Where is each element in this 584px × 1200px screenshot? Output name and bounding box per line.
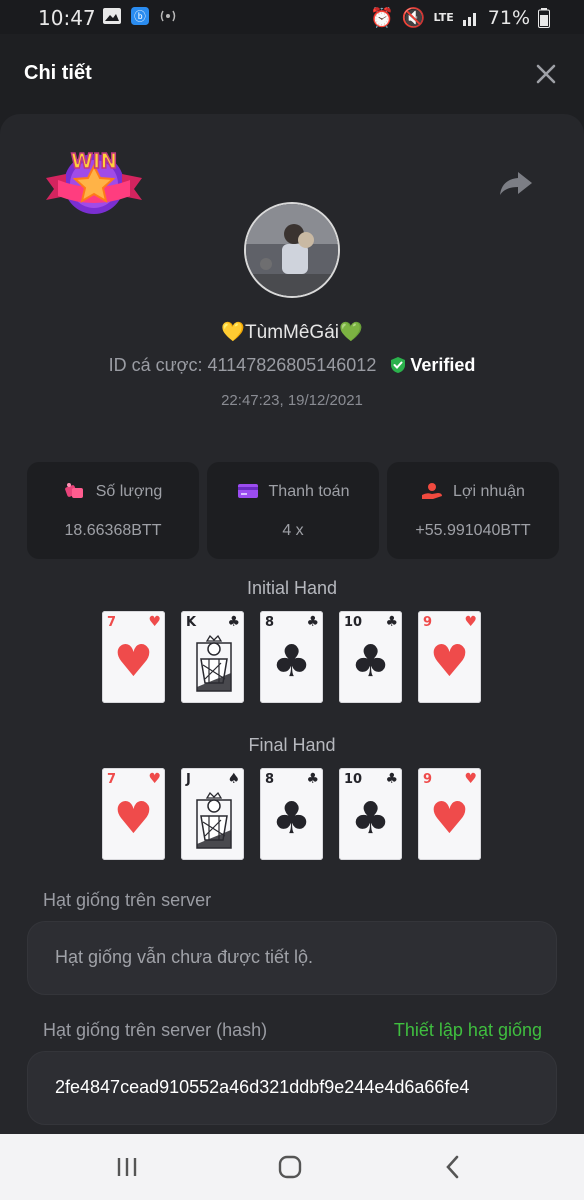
username: 💛TùmMêGái💚 (221, 322, 363, 343)
stat-profit-label: Lợi nhuận (453, 483, 525, 500)
card-suit-small: ♣ (385, 771, 398, 787)
badge-text: WIN (71, 149, 117, 173)
stat-amount: Số lượng 18.66368BTT (27, 462, 199, 559)
bet-id-value: 41147826805146012 (207, 355, 377, 375)
avatar-photo (246, 204, 338, 296)
bet-id-label: ID cá cược: (108, 355, 203, 375)
app-notification-icon: ⓑ (131, 7, 149, 25)
initial-hand-title: Initial Hand (246, 578, 338, 598)
card-suit-large: ♥ (429, 636, 470, 687)
mute-icon: 🔇 (401, 7, 426, 29)
card-suit-small: ♣ (385, 614, 398, 630)
avatar (244, 202, 340, 298)
status-bar: 10:47 ⓑ ⏰ 🔇 LTE 71% (0, 0, 584, 34)
recent-apps-icon[interactable] (112, 1152, 142, 1182)
page-title: Chi tiết (24, 62, 92, 84)
server-seed-hash-label: Hạt giống trên server (hash) (43, 1020, 268, 1040)
signal-icon (462, 12, 476, 26)
battery-icon (538, 7, 550, 28)
server-seed-box[interactable]: Hạt giống vẫn chưa được tiết lộ. (27, 921, 557, 995)
server-seed-hash-value: 2fe4847cead910552a46d321ddbf9e244e4d6a66… (55, 1077, 470, 1097)
coins-icon (64, 483, 83, 498)
card-rank: 8 (265, 772, 275, 787)
stat-payout: Thanh toán 4 x (207, 462, 379, 559)
card-rank: 9 (423, 615, 433, 630)
profit-hand-icon (422, 483, 443, 499)
stat-amount-label: Số lượng (95, 483, 163, 500)
initial-hand-cards: 7 ♥ ♥ K ♣ 8 ♣ ♣ 10 ♣ ♣ 9 ♥ ♥ (0, 611, 584, 705)
playing-card: 8 ♣ ♣ (260, 768, 323, 860)
card-rank: 9 (423, 772, 433, 787)
hotspot-icon (160, 10, 176, 22)
final-hand-cards: 7 ♥ ♥ J ♠ 8 ♣ ♣ 10 ♣ ♣ 9 ♥ ♥ (0, 768, 584, 862)
svg-text:ⓑ: ⓑ (134, 10, 146, 24)
card-suit-large: ♣ (271, 793, 312, 844)
card-payment-icon (237, 484, 258, 498)
final-hand-title: Final Hand (248, 735, 336, 755)
playing-card: J ♠ (181, 768, 244, 860)
card-suit-large: ♣ (271, 636, 312, 687)
header: Chi tiết (0, 34, 584, 114)
playing-card: 10 ♣ ♣ (339, 611, 402, 703)
card-rank: K (186, 615, 197, 630)
card-suit-large: ♥ (429, 793, 470, 844)
card-suit-small: ♣ (306, 771, 319, 787)
bet-id-row: ID cá cược: 41147826805146012 Verified (0, 355, 584, 376)
home-icon[interactable] (275, 1152, 305, 1182)
card-rank: 7 (107, 615, 117, 630)
server-seed-hash-box[interactable]: 2fe4847cead910552a46d321ddbf9e244e4d6a66… (27, 1051, 557, 1125)
verified-label: Verified (410, 355, 476, 375)
card-suit-large: ♥ (113, 636, 154, 687)
card-rank: 10 (344, 615, 363, 630)
face-card-art (196, 634, 232, 692)
card-suit-small: ♣ (227, 614, 240, 630)
face-card-art (196, 791, 232, 849)
playing-card: 8 ♣ ♣ (260, 611, 323, 703)
card-rank: 8 (265, 615, 275, 630)
system-indicators: ⏰ 🔇 LTE 71% (370, 6, 550, 29)
card-rank: J (186, 772, 191, 787)
server-seed-value: Hạt giống vẫn chưa được tiết lộ. (55, 947, 314, 967)
system-nav-bar (0, 1134, 584, 1200)
playing-card: 7 ♥ ♥ (102, 611, 165, 703)
gallery-icon (103, 8, 121, 24)
playing-card: 10 ♣ ♣ (339, 768, 402, 860)
card-suit-small: ♣ (306, 614, 319, 630)
card-rank: 10 (344, 772, 363, 787)
playing-card: 9 ♥ ♥ (418, 611, 481, 703)
stat-payout-value: 4 x (282, 522, 304, 539)
verified-check-icon (391, 357, 406, 373)
card-suit-large: ♣ (350, 793, 391, 844)
share-icon[interactable] (498, 168, 534, 198)
card-suit-small: ♥ (464, 771, 477, 787)
notification-icons: ⓑ (102, 7, 178, 25)
card-suit-large: ♣ (350, 636, 391, 687)
card-suit-small: ♥ (148, 614, 161, 630)
stat-amount-value: 18.66368BTT (64, 522, 162, 539)
card-suit-small: ♠ (227, 771, 240, 787)
card-rank: 7 (107, 772, 117, 787)
playing-card: K ♣ (181, 611, 244, 703)
back-icon[interactable] (438, 1152, 468, 1182)
bet-timestamp: 22:47:23, 19/12/2021 (221, 392, 363, 409)
close-icon[interactable] (534, 62, 558, 86)
stat-profit-value: +55.991040BTT (415, 522, 531, 539)
stat-profit: Lợi nhuận +55.991040BTT (387, 462, 559, 559)
win-badge-icon: WIN (46, 148, 142, 214)
stat-payout-label: Thanh toán (268, 483, 350, 500)
card-suit-small: ♥ (464, 614, 477, 630)
playing-card: 7 ♥ ♥ (102, 768, 165, 860)
battery-percent: 71% (487, 6, 530, 29)
card-suit-small: ♥ (148, 771, 161, 787)
set-seed-link[interactable]: Thiết lập hạt giống (394, 1020, 542, 1041)
card-suit-large: ♥ (113, 793, 154, 844)
status-time: 10:47 (38, 6, 96, 30)
alarm-icon: ⏰ (370, 7, 394, 29)
server-seed-label: Hạt giống trên server (43, 890, 212, 910)
network-type: LTE (433, 11, 454, 24)
playing-card: 9 ♥ ♥ (418, 768, 481, 860)
